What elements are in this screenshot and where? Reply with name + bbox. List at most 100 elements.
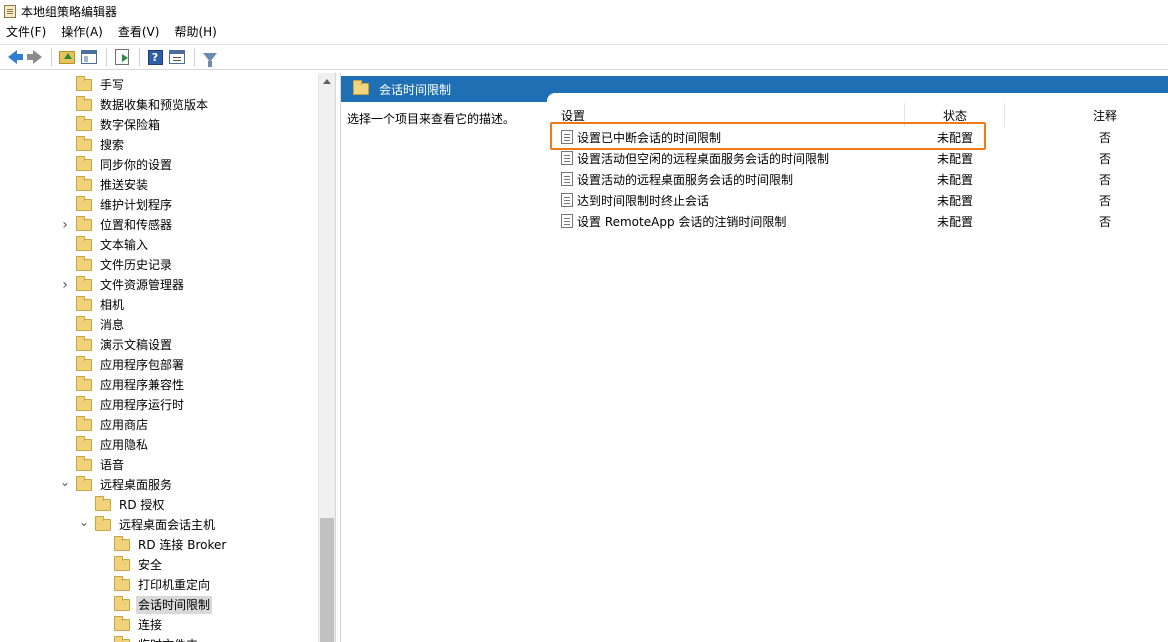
policy-row[interactable]: 设置活动的远程桌面服务会话的时间限制 未配置 否 (557, 169, 1168, 190)
tree-item[interactable]: 应用程序运行时 (0, 395, 318, 415)
forward-button[interactable] (24, 47, 44, 67)
tree-item-label: 应用程序包部署 (100, 358, 185, 372)
toolbar-separator (106, 48, 107, 66)
tree-item-label: 同步你的设置 (100, 158, 173, 172)
settings-list: 设置 状态 注释 设置已中断会话的时间限制 未配置否设置活动但空闲的远程桌面服务会… (547, 93, 1168, 642)
tree-item[interactable]: 文件历史记录 (0, 255, 318, 275)
tree-item[interactable]: 数据收集和预览版本 (0, 95, 318, 115)
scroll-up-icon[interactable] (323, 79, 331, 84)
scrollbar-thumb[interactable] (320, 518, 334, 642)
chevron-right-icon[interactable]: › (60, 217, 70, 233)
expander-placeholder (98, 540, 108, 550)
tree-item[interactable]: 应用隐私 (0, 435, 318, 455)
column-header-setting[interactable]: 设置 (561, 103, 585, 127)
folder-icon (76, 216, 92, 231)
tree-item[interactable]: 应用程序兼容性 (0, 375, 318, 395)
column-divider[interactable] (904, 103, 905, 127)
policy-row[interactable]: 设置已中断会话的时间限制 未配置 否 (557, 127, 1168, 148)
tree-item-label: 相机 (100, 298, 125, 312)
tree-item[interactable]: 应用商店 (0, 415, 318, 435)
menu-bar: 文件(F) 操作(A) 查看(V) 帮助(H) (0, 22, 1168, 43)
tree-item[interactable]: 推送安装 (0, 175, 318, 195)
menu-help[interactable]: 帮助(H) (170, 22, 220, 43)
tree-item[interactable]: 同步你的设置 (0, 155, 318, 175)
tree-item[interactable]: 数字保险箱 (0, 115, 318, 135)
chevron-right-icon[interactable]: › (60, 277, 70, 293)
policy-state: 未配置 (937, 131, 974, 145)
help-button[interactable]: ? (145, 47, 165, 67)
tree-item[interactable]: 手写 (0, 75, 318, 95)
policy-row[interactable]: 达到时间限制时终止会话 未配置 否 (557, 190, 1168, 211)
properties-button[interactable] (167, 47, 187, 67)
filter-icon (203, 52, 217, 67)
menu-action[interactable]: 操作(A) (57, 22, 107, 43)
tree-item-label: 文件历史记录 (100, 258, 173, 272)
tree-item[interactable]: 临时文件夹 (0, 635, 318, 642)
tree-item-label: 远程桌面会话主机 (119, 518, 216, 532)
tree-item-label: 会话时间限制 (136, 596, 213, 614)
expander-placeholder (60, 440, 70, 450)
tree-item[interactable]: 搜索 (0, 135, 318, 155)
menu-file[interactable]: 文件(F) (2, 22, 50, 43)
tree-item[interactable]: RD 授权 (0, 495, 318, 515)
policy-name: 设置活动但空闲的远程桌面服务会话的时间限制 (577, 152, 830, 166)
tree-item[interactable]: 消息 (0, 315, 318, 335)
back-button[interactable] (2, 47, 23, 67)
tree-item[interactable]: 应用程序包部署 (0, 355, 318, 375)
tree-item[interactable]: 安全 (0, 555, 318, 575)
folder-icon (114, 616, 130, 631)
tree-item[interactable]: 相机 (0, 295, 318, 315)
expander-placeholder (60, 240, 70, 250)
up-one-level-button[interactable] (57, 47, 77, 67)
chevron-down-icon[interactable]: ⌄ (60, 475, 70, 489)
tree-item[interactable]: ⌄ 远程桌面服务 (0, 475, 318, 495)
expander-placeholder (60, 460, 70, 470)
folder-icon (76, 436, 92, 451)
tree-scrollbar[interactable] (318, 73, 335, 642)
export-list-button[interactable] (112, 47, 132, 67)
folder-icon (76, 276, 92, 291)
tree-item[interactable]: 文本输入 (0, 235, 318, 255)
column-header-state[interactable]: 状态 (943, 103, 967, 127)
folder-icon (76, 336, 92, 351)
tree-item-label: 文本输入 (100, 238, 149, 252)
tree-item[interactable]: › 位置和传感器 (0, 215, 318, 235)
tree-item-label: 临时文件夹 (136, 636, 200, 642)
tree-item-label: 应用隐私 (100, 438, 149, 452)
folder-icon (76, 296, 92, 311)
toolbar-separator (139, 48, 140, 66)
folder-icon (76, 96, 92, 111)
policy-comment: 否 (1099, 152, 1112, 166)
policy-row[interactable]: 设置活动但空闲的远程桌面服务会话的时间限制 未配置 否 (557, 148, 1168, 169)
tree-item-label: 消息 (100, 318, 125, 332)
menu-view[interactable]: 查看(V) (114, 22, 164, 43)
folder-icon (353, 80, 369, 95)
tree-item[interactable]: 语音 (0, 455, 318, 475)
expander-placeholder (98, 580, 108, 590)
column-divider[interactable] (1004, 103, 1005, 127)
expander-placeholder (60, 400, 70, 410)
tree-item[interactable]: 会话时间限制 (0, 595, 318, 615)
tree-item[interactable]: › 文件资源管理器 (0, 275, 318, 295)
tree-item[interactable]: 演示文稿设置 (0, 335, 318, 355)
chevron-down-icon[interactable]: ⌄ (79, 515, 89, 529)
folder-icon (114, 536, 130, 551)
tree-item[interactable]: ⌄ 远程桌面会话主机 (0, 515, 318, 535)
tree-item[interactable]: 连接 (0, 615, 318, 635)
policy-comment: 否 (1099, 215, 1112, 229)
policy-setting-icon (561, 151, 573, 165)
tree-item[interactable]: 打印机重定向 (0, 575, 318, 595)
tree-item[interactable]: 维护计划程序 (0, 195, 318, 215)
tree-pane: 手写 数据收集和预览版本 数字保险箱 搜索同步你的设置推送安装 维护计划程序 › 位置和传感… (0, 73, 336, 642)
expander-placeholder (98, 560, 108, 570)
policy-comment: 否 (1099, 194, 1112, 208)
tree-item-label: 应用程序运行时 (100, 398, 185, 412)
expander-placeholder (98, 620, 108, 630)
tree-item[interactable]: RD 连接 Broker (0, 535, 318, 555)
column-header-comment[interactable]: 注释 (1093, 103, 1117, 127)
filter-button[interactable] (200, 47, 220, 67)
policy-row[interactable]: 设置 RemoteApp 会话的注销时间限制 未配置 否 (557, 211, 1168, 232)
show-hide-tree-button[interactable] (79, 47, 99, 67)
policy-name: 设置活动的远程桌面服务会话的时间限制 (577, 173, 794, 187)
policy-name: 设置已中断会话的时间限制 (577, 131, 722, 145)
